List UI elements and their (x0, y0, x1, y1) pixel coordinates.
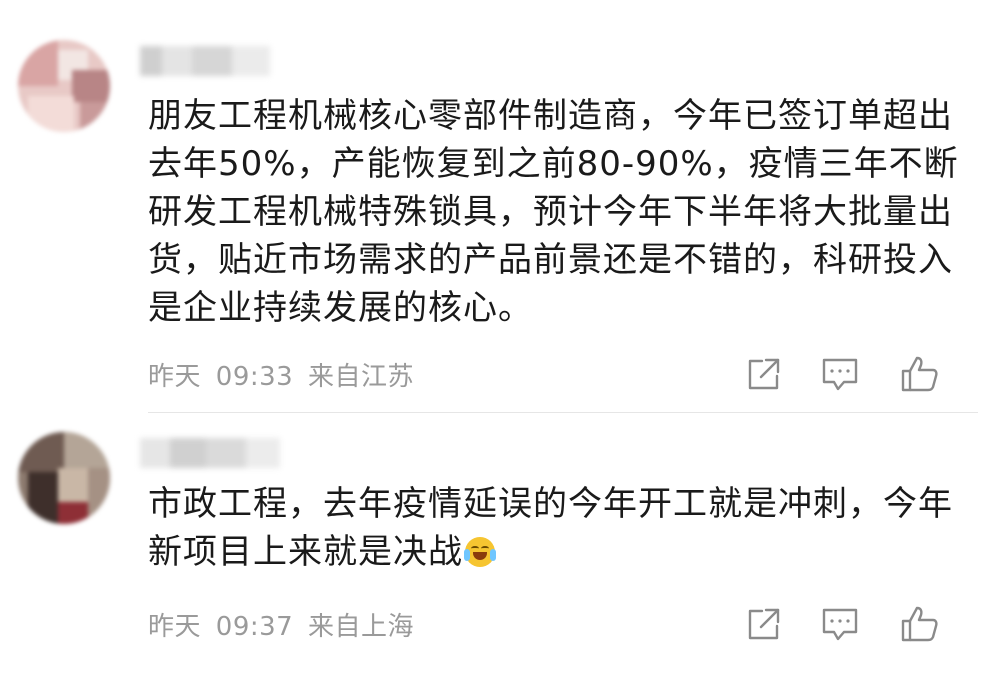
comment-date: 昨天 (148, 362, 202, 392)
comment-line: 去年50%，产能恢复到之前80-90%，疫情三年不断 (148, 144, 959, 184)
comment-icon[interactable] (818, 352, 862, 396)
comment-text: 市政工程，去年疫情延误的今年开工就是冲刺，今年 新项目上来就是决战 (148, 480, 953, 576)
comment-line-with-emoji: 新项目上来就是决战 (148, 528, 948, 576)
divider (148, 412, 978, 413)
username-blurred[interactable] (140, 46, 270, 76)
like-icon[interactable] (898, 352, 942, 396)
comment-icon[interactable] (818, 602, 862, 646)
comment-line: 研发工程机械特殊锁具，预计今年下半年将大批量出 (148, 192, 953, 232)
comment-meta: 昨天 09:37 来自上海 (148, 606, 414, 643)
share-icon[interactable] (742, 352, 786, 396)
comment-date: 昨天 (148, 612, 202, 642)
comment-line: 朋友工程机械核心零部件制造商，今年已签订单超出 (148, 96, 953, 136)
comment-line: 市政工程，去年疫情延误的今年开工就是冲刺，今年 (148, 484, 953, 524)
like-icon[interactable] (898, 602, 942, 646)
avatar[interactable] (18, 40, 110, 132)
comment-time: 09:33 (215, 362, 294, 392)
comment-actions (740, 602, 980, 646)
crying-laughing-emoji-icon (464, 537, 496, 567)
comment-location: 来自江苏 (307, 362, 414, 392)
username-blurred[interactable] (140, 438, 280, 468)
comment-meta: 昨天 09:33 来自江苏 (148, 356, 414, 393)
comment-text: 朋友工程机械核心零部件制造商，今年已签订单超出 去年50%，产能恢复到之前80-… (148, 92, 959, 332)
comment-time: 09:37 (215, 612, 294, 642)
comment-line: 货，贴近市场需求的产品前景还是不错的，科研投入 (148, 240, 953, 280)
comment-actions (740, 352, 980, 396)
comment-line: 新项目上来就是决战 (148, 532, 463, 572)
comment-line: 是企业持续发展的核心。 (148, 288, 533, 328)
share-icon[interactable] (742, 602, 786, 646)
comment-location: 来自上海 (307, 612, 414, 642)
avatar[interactable] (18, 432, 110, 524)
